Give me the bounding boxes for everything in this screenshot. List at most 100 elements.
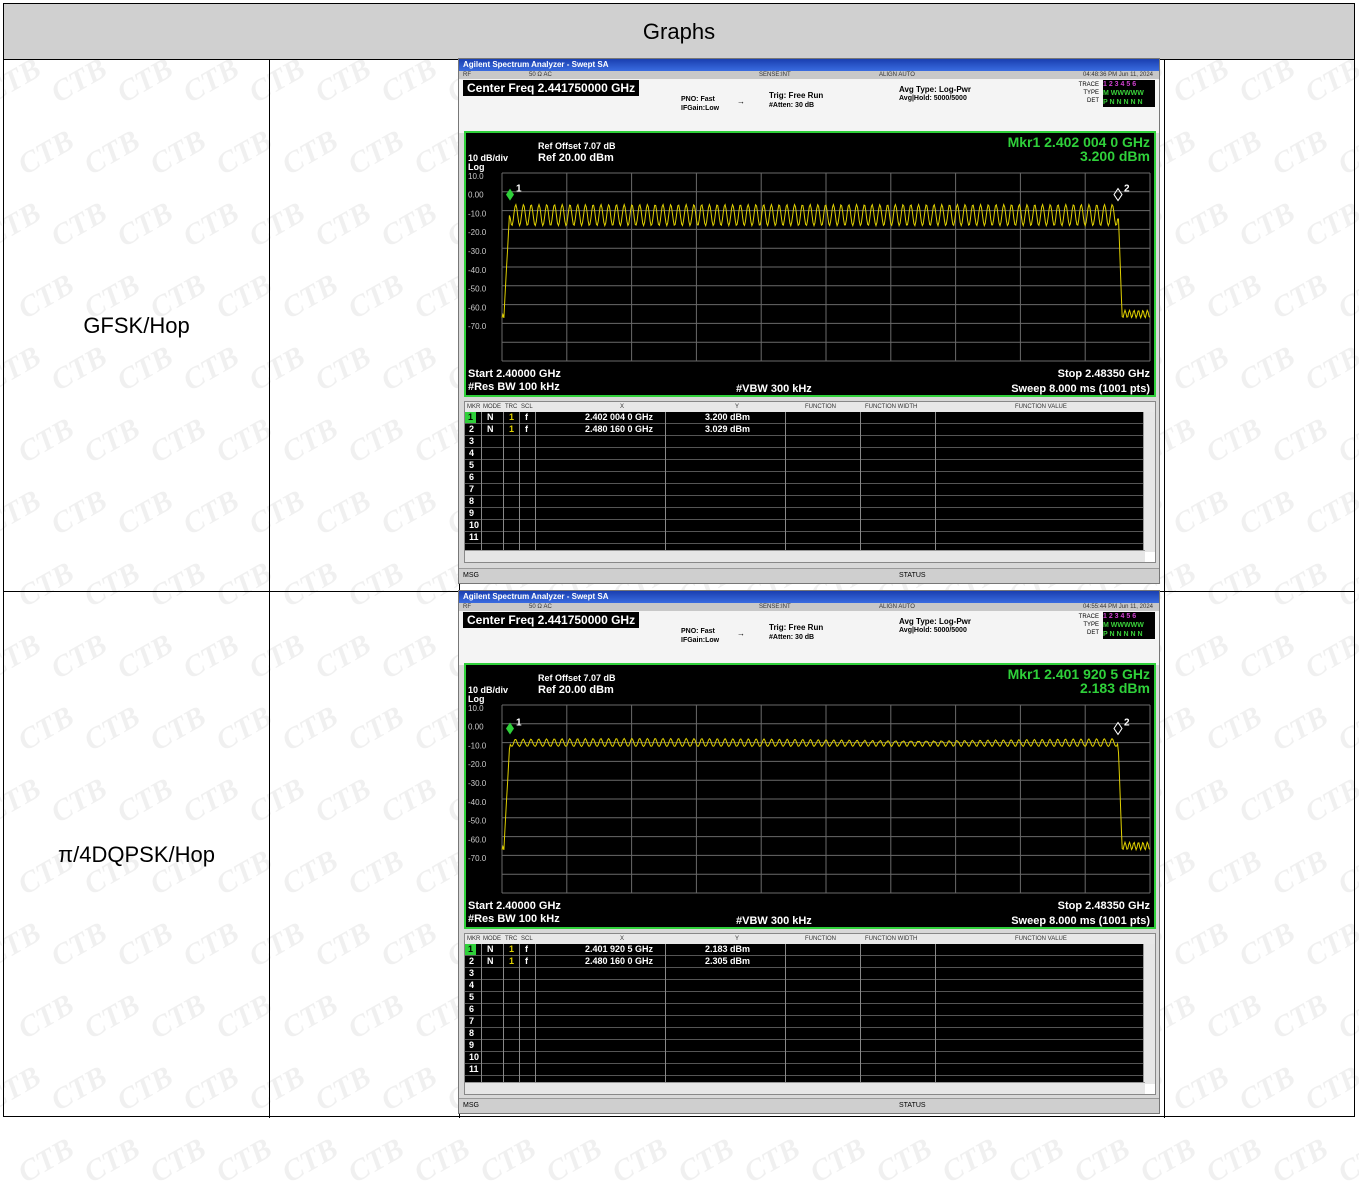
table-row[interactable]: 11 <box>465 1064 1145 1076</box>
center-freq[interactable]: Center Freq 2.441750000 GHz <box>463 80 640 96</box>
table-row[interactable]: 4 <box>465 980 1145 992</box>
column-header: FUNCTION WIDTH <box>865 936 918 942</box>
y-tick-label: -30.0 <box>468 779 487 788</box>
y-tick-label: -20.0 <box>468 760 487 769</box>
watermark-mark: CTB <box>540 1131 608 1190</box>
table-row[interactable]: 11 <box>465 532 1145 544</box>
table-row[interactable]: 2 N 1 f 2.480 160 0 GHz 2.305 dBm <box>465 956 1145 968</box>
marker-n: 7 <box>469 1016 475 1026</box>
column-header: Y <box>735 936 740 942</box>
rbw: #Res BW 100 kHz <box>468 381 560 393</box>
center-freq[interactable]: Center Freq 2.441750000 GHz <box>463 612 640 628</box>
column-divider <box>785 944 786 1084</box>
horizontal-scrollbar[interactable] <box>465 550 1145 562</box>
table-row[interactable]: 1 N 1 f 2.402 004 0 GHz 3.200 dBm <box>465 412 1145 424</box>
column-divider <box>519 412 520 552</box>
marker-table-body: 1 N 1 f 2.402 004 0 GHz 3.200 dBm 2 N 1 f 2.480 16… <box>465 412 1145 552</box>
marker-x: 2.480 160 0 GHz <box>585 424 654 434</box>
marker-mode: N <box>487 956 494 966</box>
column-header: FUNCTION VALUE <box>1015 936 1067 942</box>
ref-offset: Ref Offset 7.07 dB <box>538 673 616 683</box>
watermark-mark: CTB <box>210 1131 278 1190</box>
table-row[interactable]: 5 <box>465 992 1145 1004</box>
column-divider <box>935 944 936 1084</box>
column-divider <box>860 412 861 552</box>
trig: Trig: Free Run <box>769 91 824 100</box>
table-row[interactable]: 8 <box>465 496 1145 508</box>
marker-scl: f <box>525 956 528 966</box>
start-freq: Start 2.40000 GHz <box>468 368 561 380</box>
start-freq: Start 2.40000 GHz <box>468 900 561 912</box>
table-row[interactable]: 8 <box>465 1028 1145 1040</box>
marker-1-diamond[interactable] <box>506 188 514 201</box>
sweep-time: Sweep 8.000 ms (1001 pts) <box>1011 383 1150 395</box>
column-divider <box>503 412 504 552</box>
table-row[interactable]: 9 <box>465 1040 1145 1052</box>
marker-x: 2.402 004 0 GHz <box>585 412 654 422</box>
table-row[interactable]: 1 N 1 f 2.401 920 5 GHz 2.183 dBm <box>465 944 1145 956</box>
y-tick-label: 10.0 <box>468 172 484 181</box>
marker-n: 8 <box>469 496 475 506</box>
pno: PNO: Fast <box>681 96 715 103</box>
ref-level: Ref 20.00 dBm <box>538 684 614 696</box>
marker-n: 2 <box>469 956 475 966</box>
marker-n: 11 <box>469 1064 479 1074</box>
info-bar: RF 50 Ω AC SENSE:INT ALIGN AUTO 04:48:36… <box>459 71 1159 79</box>
y-tick-label: -50.0 <box>468 285 487 294</box>
table-row[interactable]: 2 N 1 f 2.480 160 0 GHz 3.029 dBm <box>465 424 1145 436</box>
sweep-time: Sweep 8.000 ms (1001 pts) <box>1011 915 1150 927</box>
align-label: ALIGN AUTO <box>879 72 915 78</box>
watermark-mark: CTB <box>408 1131 476 1190</box>
marker-n: 9 <box>469 1040 475 1050</box>
marker-2-diamond[interactable] <box>1113 187 1123 202</box>
status-bar: MSG STATUS <box>459 568 1159 583</box>
ref-level: Ref 20.00 dBm <box>538 152 614 164</box>
column-header: SCL <box>521 404 533 410</box>
watermark-mark: CTB <box>1068 1131 1136 1190</box>
watermark-mark: CTB <box>804 1131 872 1190</box>
marker-n: 5 <box>469 460 475 470</box>
marker-2-label: 2 <box>1124 184 1130 195</box>
vbw: #VBW 300 kHz <box>736 915 812 927</box>
vertical-scrollbar[interactable] <box>1143 412 1155 552</box>
table-row[interactable]: 7 <box>465 484 1145 496</box>
spectrum-display[interactable]: 10.0 0.00 -10.0 -20.0 -30.0 -40.0 -50.0 -60.0 -7… <box>464 131 1156 397</box>
watermark-mark: CTB <box>1134 1131 1202 1190</box>
watermark-mark: CTB <box>936 1131 1004 1190</box>
type-indicator: M WWWWW <box>1103 621 1155 630</box>
marker-trc: 1 <box>509 412 515 422</box>
table-row[interactable]: 3 <box>465 436 1145 448</box>
ref-offset: Ref Offset 7.07 dB <box>538 141 616 151</box>
watermark-mark: CTB <box>1332 1131 1359 1190</box>
row-label: π/4DQPSK/Hop <box>4 592 270 1118</box>
table-row[interactable]: 7 <box>465 1016 1145 1028</box>
marker-table: MKR MODE TRC SCL X Y FUNCTION FUNCTION WIDTH FUN… <box>464 401 1156 563</box>
spectrum-plot: 10.0 0.00 -10.0 -20.0 -30.0 -40.0 -50.0 -60.0 -7… <box>468 134 1151 395</box>
spectrum-analyzer-screenshot: Agilent Spectrum Analyzer - Swept SA RF … <box>458 590 1160 1114</box>
table-row[interactable]: 6 <box>465 1004 1145 1016</box>
y-tick-label: -50.0 <box>468 817 487 826</box>
table-row[interactable]: 5 <box>465 460 1145 472</box>
marker-y: 3.029 dBm <box>705 424 751 434</box>
column-header: FUNCTION WIDTH <box>865 404 918 410</box>
marker-trc: 1 <box>509 956 515 966</box>
table-row[interactable]: 9 <box>465 508 1145 520</box>
table-row[interactable]: 10 <box>465 1052 1145 1064</box>
stop-freq: Stop 2.48350 GHz <box>1058 900 1151 912</box>
type-indicator: M WWWWW <box>1103 89 1155 98</box>
column-divider <box>935 412 936 552</box>
column-divider <box>535 944 536 1084</box>
marker-table-body: 1 N 1 f 2.401 920 5 GHz 2.183 dBm 2 N 1 f 2.480 16… <box>465 944 1145 1084</box>
table-row[interactable]: 4 <box>465 448 1145 460</box>
table-row[interactable]: 3 <box>465 968 1145 980</box>
table-row[interactable]: 10 <box>465 520 1145 532</box>
spectrum-display[interactable]: 10.0 0.00 -10.0 -20.0 -30.0 -40.0 -50.0 -60.0 -7… <box>464 663 1156 929</box>
horizontal-scrollbar[interactable] <box>465 1082 1145 1094</box>
impedance-label: 50 Ω AC <box>529 604 552 610</box>
det-label: DET <box>1087 98 1099 104</box>
column-header: MKR <box>467 404 481 410</box>
table-row[interactable]: 6 <box>465 472 1145 484</box>
status-label: STATUS <box>899 1102 926 1109</box>
trig: Trig: Free Run <box>769 623 824 632</box>
vertical-scrollbar[interactable] <box>1143 944 1155 1084</box>
